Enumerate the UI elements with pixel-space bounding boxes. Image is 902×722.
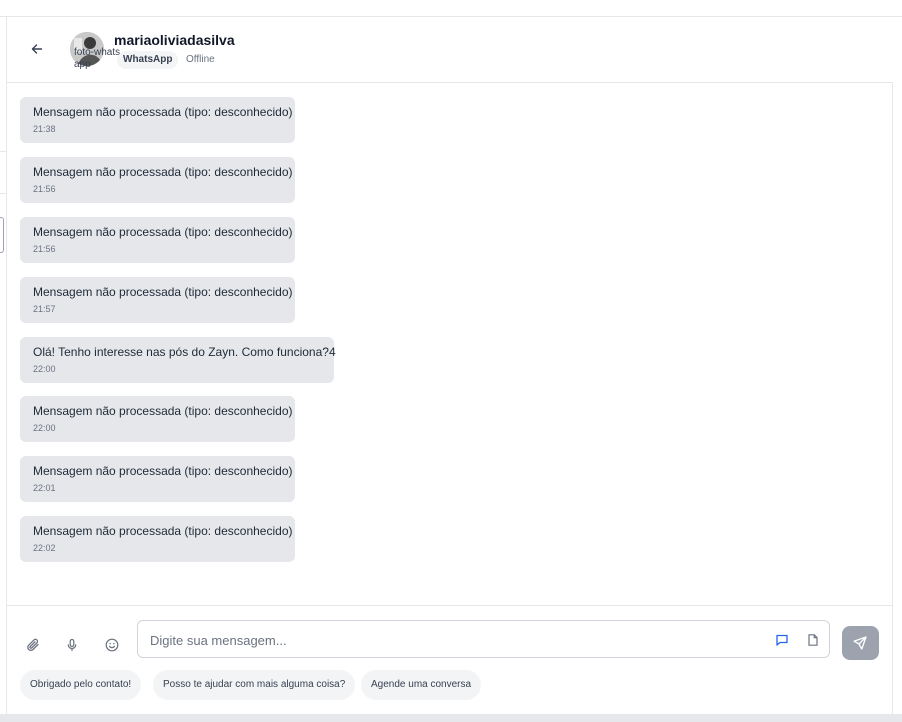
message-time: 22:02	[33, 543, 56, 553]
arrow-left-icon	[31, 44, 43, 54]
message-time: 22:00	[33, 364, 56, 374]
message-input-box	[137, 620, 830, 659]
quick-reply-chip[interactable]: Posso te ajudar com mais alguma coisa?	[153, 670, 356, 700]
quick-reply-button[interactable]	[775, 633, 789, 647]
message-bubble: Mensagem não processada (tipo: desconhec…	[20, 157, 295, 203]
status-text: Offline	[186, 54, 215, 65]
file-icon	[808, 634, 818, 646]
right-panel-edge	[892, 82, 902, 714]
send-icon	[853, 636, 867, 650]
message-text: Mensagem não processada (tipo: desconhec…	[33, 105, 293, 119]
channel-badge: WhatsApp	[117, 51, 179, 69]
message-bubble: Mensagem não processada (tipo: desconhec…	[20, 97, 295, 143]
message-text: Mensagem não processada (tipo: desconhec…	[33, 464, 293, 478]
message-text: Mensagem não processada (tipo: desconhec…	[33, 404, 293, 418]
message-time: 21:56	[33, 184, 56, 194]
message-text: Mensagem não processada (tipo: desconhec…	[33, 524, 293, 538]
voice-button[interactable]	[64, 637, 80, 653]
left-panel-edge	[0, 17, 7, 714]
message-bubble: Mensagem não processada (tipo: desconhec…	[20, 217, 295, 263]
message-time: 22:01	[33, 483, 56, 493]
message-text: Mensagem não processada (tipo: desconhec…	[33, 165, 293, 179]
message-bubble: Mensagem não processada (tipo: desconhec…	[20, 396, 295, 442]
top-strip	[0, 0, 902, 17]
message-text: Mensagem não processada (tipo: desconhec…	[33, 225, 293, 239]
message-text: Olá! Tenho interesse nas pós do Zayn. Co…	[33, 345, 336, 359]
message-bubble: Mensagem não processada (tipo: desconhec…	[20, 456, 295, 502]
chat-header: foto-whatsapp mariaoliviadasilva WhatsAp…	[7, 17, 902, 83]
message-input[interactable]	[148, 621, 752, 659]
message-bubble: Olá! Tenho interesse nas pós do Zayn. Co…	[20, 337, 336, 383]
message-time: 21:57	[33, 304, 56, 314]
message-list: Mensagem não processada (tipo: desconhec…	[7, 83, 892, 605]
avatar-alt-text: foto-whatsapp	[74, 47, 121, 70]
message-time: 21:56	[33, 244, 56, 254]
message-text: Mensagem não processada (tipo: desconhec…	[33, 285, 293, 299]
contact-name: mariaoliviadasilva	[114, 32, 235, 48]
smiley-icon	[105, 638, 119, 652]
quick-reply-chip[interactable]: Obrigado pelo contato!	[20, 670, 142, 700]
microphone-icon	[67, 638, 77, 652]
message-time: 21:38	[33, 124, 56, 134]
message-bubble: Mensagem não processada (tipo: desconhec…	[20, 516, 295, 562]
back-button[interactable]	[29, 41, 45, 57]
message-bubble: Mensagem não processada (tipo: desconhec…	[20, 277, 295, 323]
quick-reply-chip[interactable]: Agende uma conversa	[361, 670, 482, 700]
emoji-button[interactable]	[104, 637, 120, 653]
bottom-strip	[0, 714, 902, 722]
send-button[interactable]	[842, 626, 879, 660]
message-time: 22:00	[33, 423, 56, 433]
paperclip-icon	[27, 638, 39, 652]
composer: Obrigado pelo contato! Posso te ajudar c…	[7, 605, 892, 715]
message-square-icon	[776, 634, 788, 646]
panel-handle[interactable]	[0, 217, 4, 253]
attach-button[interactable]	[25, 637, 41, 653]
template-button[interactable]	[806, 633, 820, 647]
